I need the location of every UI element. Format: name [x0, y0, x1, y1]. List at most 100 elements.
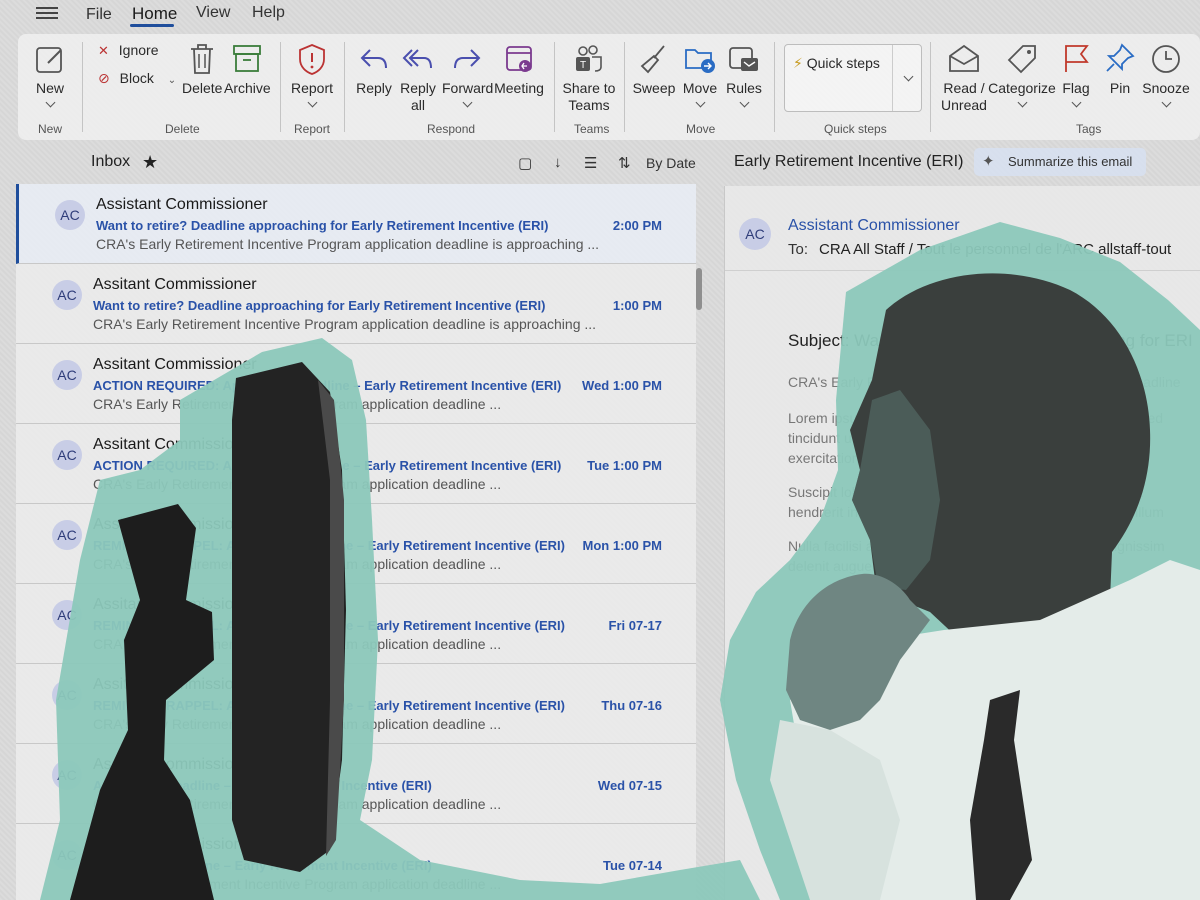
table-row[interactable]: AC Assitant Commissioner Want to retire? D… [16, 264, 696, 344]
sweep-button[interactable]: Sweep [632, 42, 676, 97]
new-button[interactable]: New [30, 44, 70, 108]
outlook-app: File Home View Help New New ✕ Ignore ⊘ B… [0, 0, 1200, 900]
menu-home[interactable]: Home [130, 2, 179, 26]
body-line: Suscipit lobortis nisl ut aliquip ex ea … [788, 484, 1143, 500]
delete-button[interactable]: Delete [182, 42, 222, 97]
sort-icon[interactable]: ⇅ [618, 154, 631, 172]
share-to-teams-button[interactable]: T Share to Teams [560, 42, 618, 114]
menu-view[interactable]: View [194, 2, 232, 24]
forward-label: Forward [442, 80, 494, 96]
row-preview: CRA's Early Retirement Incentive Program… [93, 396, 502, 412]
header-divider [725, 270, 1200, 271]
star-icon[interactable]: ★ [142, 152, 158, 173]
tag-icon [1007, 45, 1036, 74]
chevron-down-icon: ⌄ [167, 75, 177, 86]
row-preview: CRA's Early Retirement Incentive Program… [93, 796, 502, 812]
group-label-respond: Respond [427, 122, 476, 136]
envelope-open-icon [949, 44, 979, 72]
forward-button[interactable]: Forward [442, 42, 494, 108]
read-unread-label: Read / Unread [941, 80, 987, 113]
reading-title: Early Retirement Incentive (ERI) [734, 153, 964, 170]
table-row[interactable]: AC Assitant Commissioner ACTION REQUIRED: … [16, 344, 696, 424]
ignore-button[interactable]: ✕ Ignore [98, 42, 159, 59]
ignore-icon: ✕ [98, 43, 109, 58]
body-line: exercitation [788, 450, 860, 466]
quick-steps-item[interactable]: ⚡ Quick steps [793, 55, 880, 72]
sort-direction-icon[interactable]: ↓ [554, 154, 562, 171]
snooze-button[interactable]: Snooze [1142, 42, 1190, 108]
list-scrollbar[interactable] [696, 268, 702, 310]
read-unread-button[interactable]: Read / Unread [938, 42, 990, 114]
reading-subject: Subject: Want to retire? Deadline approa… [788, 331, 1193, 350]
body-line: CRA's Early Retirement Incentive Program… [788, 374, 1181, 390]
menu-file[interactable]: File [84, 4, 114, 26]
row-time: Tue 1:00 PM [587, 458, 662, 473]
flag-button[interactable]: Flag [1058, 42, 1094, 108]
group-label-new: New [38, 122, 63, 136]
flag-icon [1065, 45, 1089, 72]
avatar: AC [52, 280, 82, 310]
group-label-move: Move [686, 122, 716, 136]
row-subject: Application deadline – Early Retirement … [93, 858, 432, 873]
clock-icon [1152, 45, 1180, 73]
recipient[interactable]: CRA All Staff / Tout le personnel de l'A… [819, 241, 1171, 258]
sort-by-label[interactable]: By Date [646, 155, 696, 171]
table-row[interactable]: AC Assitant Commissioner Application deadl… [16, 744, 696, 824]
table-row[interactable]: AC Assitant Commissioner REMINDER/RAPPEL: … [16, 504, 696, 584]
row-time: Thu 07-16 [601, 698, 662, 713]
summarize-button[interactable]: ✦ Summarize this email [974, 148, 1146, 176]
meeting-button[interactable]: Meeting [494, 42, 544, 97]
reading-sender[interactable]: Assistant Commissioner [788, 217, 960, 235]
row-subject: ACTION REQUIRED: Application deadline – … [93, 458, 562, 473]
filter-icon[interactable]: ☰ [584, 154, 597, 172]
row-time: Fri 07-17 [608, 618, 662, 633]
message-list-header: Inbox ★ ▢ ↓ ☰ ⇅ By Date [16, 144, 710, 182]
rules-label: Rules [726, 80, 762, 96]
hamburger-menu-icon[interactable] [36, 4, 58, 22]
row-sender: Assitant Commissioner [93, 356, 257, 373]
row-sender: Assitant Commissioner [93, 836, 257, 853]
row-preview: CRA's Early Retirement Incentive Program… [93, 876, 502, 892]
row-sender: Assitant Commissioner [93, 436, 257, 453]
group-label-delete: Delete [165, 122, 200, 136]
reply-all-button[interactable]: Reply all [398, 42, 438, 114]
row-subject: REMINDER/RAPPEL: Application deadline – … [93, 538, 565, 553]
rules-button[interactable]: Rules [724, 42, 764, 108]
table-row[interactable]: AC Assitant Commissioner ACTION REQUIRED: … [16, 424, 696, 504]
categorize-button[interactable]: Categorize [988, 42, 1056, 108]
chevron-down-icon[interactable] [903, 71, 914, 82]
row-sender: Assitant Commissioner [93, 756, 257, 773]
body-line: hendrerit in vulputate velit esse molest… [788, 504, 1164, 520]
row-subject: Want to retire? Deadline approaching for… [96, 218, 549, 233]
row-time: 1:00 PM [612, 298, 662, 313]
avatar: AC [52, 680, 82, 710]
row-preview: CRA's Early Retirement Incentive Program… [93, 316, 597, 332]
chevron-down-icon [45, 97, 55, 108]
reply-all-icon [402, 49, 432, 69]
pin-label: Pin [1109, 80, 1131, 96]
block-label: Block [119, 70, 154, 86]
pin-button[interactable]: Pin [1102, 42, 1138, 97]
table-row[interactable]: AC Assitant Commissioner Application deadl… [16, 824, 696, 900]
archive-button[interactable]: Archive [224, 42, 271, 97]
report-button[interactable]: Report [286, 42, 338, 108]
move-button[interactable]: Move [680, 42, 720, 108]
message-list-pane: Inbox ★ ▢ ↓ ☰ ⇅ By Date AC Assistant Comm… [16, 144, 710, 900]
table-row[interactable]: AC Assitant Commissioner REMINDER/RAPPEL: … [16, 584, 696, 664]
share-to-teams-label: Share to Teams [562, 80, 616, 113]
avatar: AC [52, 360, 82, 390]
table-row[interactable]: AC Assistant Commissioner Want to retire? … [16, 184, 696, 264]
row-time: 2:00 PM [612, 218, 662, 233]
ribbon-separator [82, 42, 83, 132]
folder-title: Inbox [91, 153, 131, 170]
menu-help[interactable]: Help [250, 2, 287, 24]
ribbon: New New ✕ Ignore ⊘ Block ⌄ Delete Archiv… [18, 34, 1200, 140]
table-row[interactable]: AC Assitant Commissioner REMINDER/RAPPEL: … [16, 664, 696, 744]
select-icon[interactable]: ▢ [518, 154, 532, 172]
quick-steps-gallery[interactable]: ⚡ Quick steps [784, 44, 922, 112]
avatar: AC [52, 600, 82, 630]
block-button[interactable]: ⊘ Block ⌄ [98, 70, 176, 87]
row-time: Wed 1:00 PM [582, 378, 662, 393]
pin-icon [1106, 43, 1135, 72]
reply-button[interactable]: Reply [354, 42, 394, 97]
